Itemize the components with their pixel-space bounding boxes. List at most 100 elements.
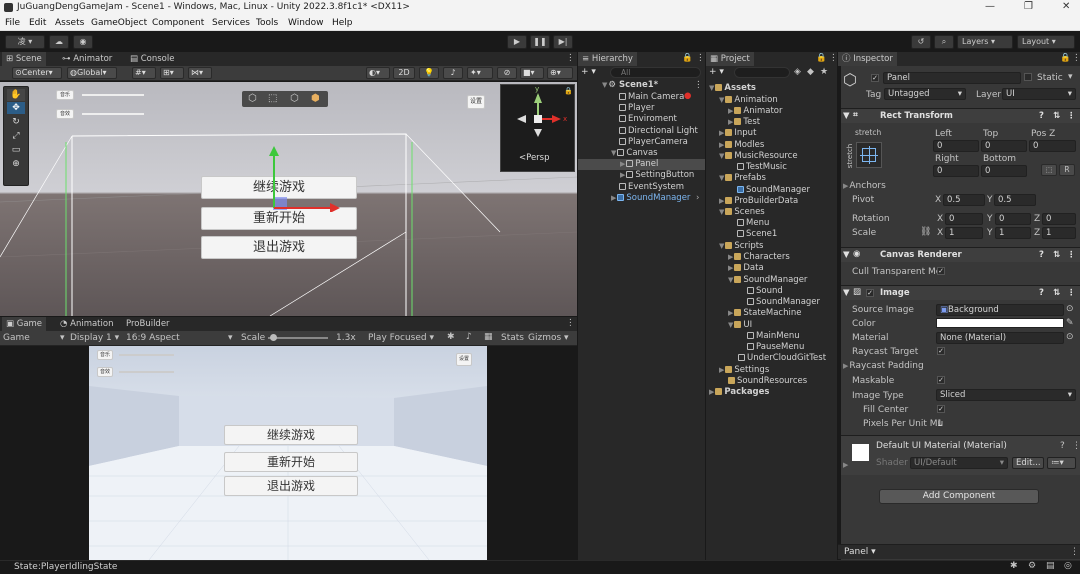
more-icon[interactable]: ⋮ [566, 318, 575, 328]
hierarchy-item-canvas[interactable]: ▼ Canvas [611, 148, 658, 158]
filter-type-icon[interactable]: ◈ [794, 67, 801, 77]
scale-x-field[interactable]: 1 [945, 227, 983, 239]
posz-field[interactable]: 0 [1029, 140, 1076, 152]
more-icon[interactable]: ⋮ [829, 53, 838, 63]
persp-label[interactable]: <Persp [519, 153, 550, 163]
hierarchy-item-player-camera[interactable]: PlayerCamera [619, 137, 688, 147]
mute-icon[interactable]: ♪ [466, 332, 472, 342]
menu-component[interactable]: Component [152, 18, 204, 28]
stats-button[interactable]: Stats [501, 333, 524, 343]
visibility-icon[interactable]: ⊘ [497, 67, 517, 79]
rect-transform-header[interactable]: ▼ ⌗ Rect Transform ? ⇅ ⋮ [841, 108, 1080, 123]
raw-edit-button[interactable]: R [1059, 164, 1075, 176]
image-component-header[interactable]: ▼ ▨ ✓ Image ? ⇅ ⋮ [841, 285, 1080, 300]
project-item-input[interactable]: ▶ Input [719, 128, 756, 138]
view-box-icon[interactable]: ⬡ [290, 93, 299, 104]
menu-file[interactable]: File [5, 18, 20, 28]
project-item-test-music[interactable]: TestMusic [737, 162, 787, 172]
rect-tool-icon[interactable]: ▭ [7, 144, 25, 156]
help-icon[interactable]: ? [1060, 441, 1065, 451]
object-name-field[interactable]: Panel [883, 72, 1021, 84]
more-icon[interactable]: ⋮ [1067, 250, 1076, 260]
tab-animator[interactable]: ⊶ Animator [58, 52, 116, 66]
tab-project[interactable]: ▦ Project [706, 52, 754, 66]
project-item-scripts[interactable]: ▼ Scripts [719, 241, 763, 251]
move-gizmo[interactable] [262, 142, 342, 212]
scale-tool-icon[interactable]: ⤢ [7, 130, 25, 142]
mode-2d-button[interactable]: 2D [393, 67, 415, 79]
hierarchy-item-environment[interactable]: Enviroment [619, 114, 677, 124]
tab-animation[interactable]: ◔ Animation [56, 317, 117, 331]
gizmos-icon[interactable]: ⊕▾ [547, 67, 573, 79]
close-icon[interactable]: ✕ [1062, 1, 1070, 12]
project-item-main-menu[interactable]: MainMenu [747, 331, 800, 341]
menu-assets[interactable]: Assets [55, 18, 84, 28]
scale-slider[interactable] [268, 337, 328, 339]
game-viewport[interactable]: 音乐 音效 设置 继续游戏 重新开始 退出游戏 [89, 346, 487, 560]
object-picker-icon[interactable]: ⊙ [1066, 332, 1074, 342]
add-component-button[interactable]: Add Component [879, 489, 1039, 504]
star-icon[interactable]: ★ [820, 67, 828, 77]
eyedropper-icon[interactable]: ✎ [1066, 318, 1074, 328]
tag-dropdown[interactable]: Untagged ▾ [884, 88, 966, 100]
game-menu-quit[interactable]: 退出游戏 [224, 476, 358, 496]
project-item-characters[interactable]: ▶ Characters [728, 252, 790, 262]
bug-icon[interactable]: ✱ [1010, 561, 1018, 571]
project-item-settings[interactable]: ▶ Settings [719, 365, 769, 375]
object-picker-icon[interactable]: ⊙ [1066, 304, 1074, 314]
tab-console[interactable]: ▤ Console [126, 52, 178, 66]
collab-icon[interactable]: ◉ [73, 35, 93, 49]
rotation-z-field[interactable]: 0 [1042, 213, 1076, 225]
help-icon[interactable]: ? [1039, 111, 1044, 121]
project-item-scene1[interactable]: Scene1 [737, 229, 777, 239]
hierarchy-item-sound-manager[interactable]: ▶ SoundManager [611, 193, 690, 203]
view-solid-icon[interactable]: ⬢ [311, 93, 320, 104]
cull-transparent-toggle[interactable]: ✓ [937, 266, 945, 276]
raycast-padding-foldout[interactable]: ▶Raycast Padding [843, 361, 924, 371]
more-icon[interactable]: ⋮ [1072, 441, 1080, 451]
project-item-music-resource[interactable]: ▼ MusicResource [719, 151, 798, 161]
more-icon[interactable]: ⋮ [696, 53, 705, 63]
lock-icon[interactable]: 🔒 [564, 87, 573, 95]
project-item-animator[interactable]: ▶ Animator [728, 106, 782, 116]
tab-inspector[interactable]: ⓘ Inspector [838, 52, 897, 66]
maximize-icon[interactable]: ❐ [1024, 1, 1033, 12]
more-icon[interactable]: ⋮ [1070, 547, 1079, 557]
material-field[interactable]: None (Material) [936, 332, 1064, 344]
project-item-test[interactable]: ▶ Test [728, 117, 760, 127]
more-icon[interactable]: ⋮ [1067, 111, 1076, 121]
game-settings-button[interactable]: 设置 [456, 353, 472, 366]
play-button[interactable]: ▶ [507, 35, 527, 49]
preset-icon[interactable]: ⇅ [1053, 111, 1060, 121]
more-icon[interactable]: ⋮ [1072, 53, 1080, 63]
hierarchy-item-directional-light[interactable]: Directional Light [619, 126, 698, 136]
game-sfx-slider[interactable] [119, 371, 174, 373]
shader-options-button[interactable]: ≔▾ [1047, 457, 1076, 469]
cloud-icon[interactable]: ☁ [49, 35, 69, 49]
lock-icon[interactable]: 🔒 [1060, 53, 1071, 63]
anchors-foldout[interactable]: ▶Anchors [843, 181, 886, 191]
maskable-toggle[interactable]: ✓ [937, 375, 945, 385]
minimize-icon[interactable]: — [985, 1, 995, 12]
tab-hierarchy[interactable]: ≡ Hierarchy [578, 52, 637, 66]
grid-snap-icon[interactable]: #▾ [132, 67, 156, 79]
top-field[interactable]: 0 [981, 140, 1027, 152]
filter-label-icon[interactable]: ◆ [807, 67, 814, 77]
scale-z-field[interactable]: 1 [1042, 227, 1076, 239]
pause-button[interactable]: ❚❚ [530, 35, 550, 49]
left-field[interactable]: 0 [933, 140, 979, 152]
scale-slider-thumb[interactable] [270, 334, 277, 341]
project-item-prefabs[interactable]: ▼ Prefabs [719, 173, 766, 183]
scale-y-field[interactable]: 1 [995, 227, 1031, 239]
fill-center-toggle[interactable]: ✓ [937, 404, 945, 414]
more-icon[interactable]: ⋮ [566, 53, 575, 63]
project-search[interactable] [734, 67, 790, 78]
account-dropdown[interactable]: 凌 ▾ [5, 35, 45, 49]
project-item-sound-resources[interactable]: SoundResources [728, 376, 807, 386]
help-icon[interactable]: ? [1039, 250, 1044, 260]
canvas-renderer-header[interactable]: ▼ ◉ Canvas Renderer ? ⇅ ⋮ [841, 247, 1080, 262]
display-dropdown[interactable]: Display 1 ▾ [70, 333, 119, 343]
menu-window[interactable]: Window [288, 18, 324, 28]
menu-edit[interactable]: Edit [29, 18, 46, 28]
project-item-undercloud-git-test[interactable]: UnderCloudGitTest [738, 353, 826, 363]
